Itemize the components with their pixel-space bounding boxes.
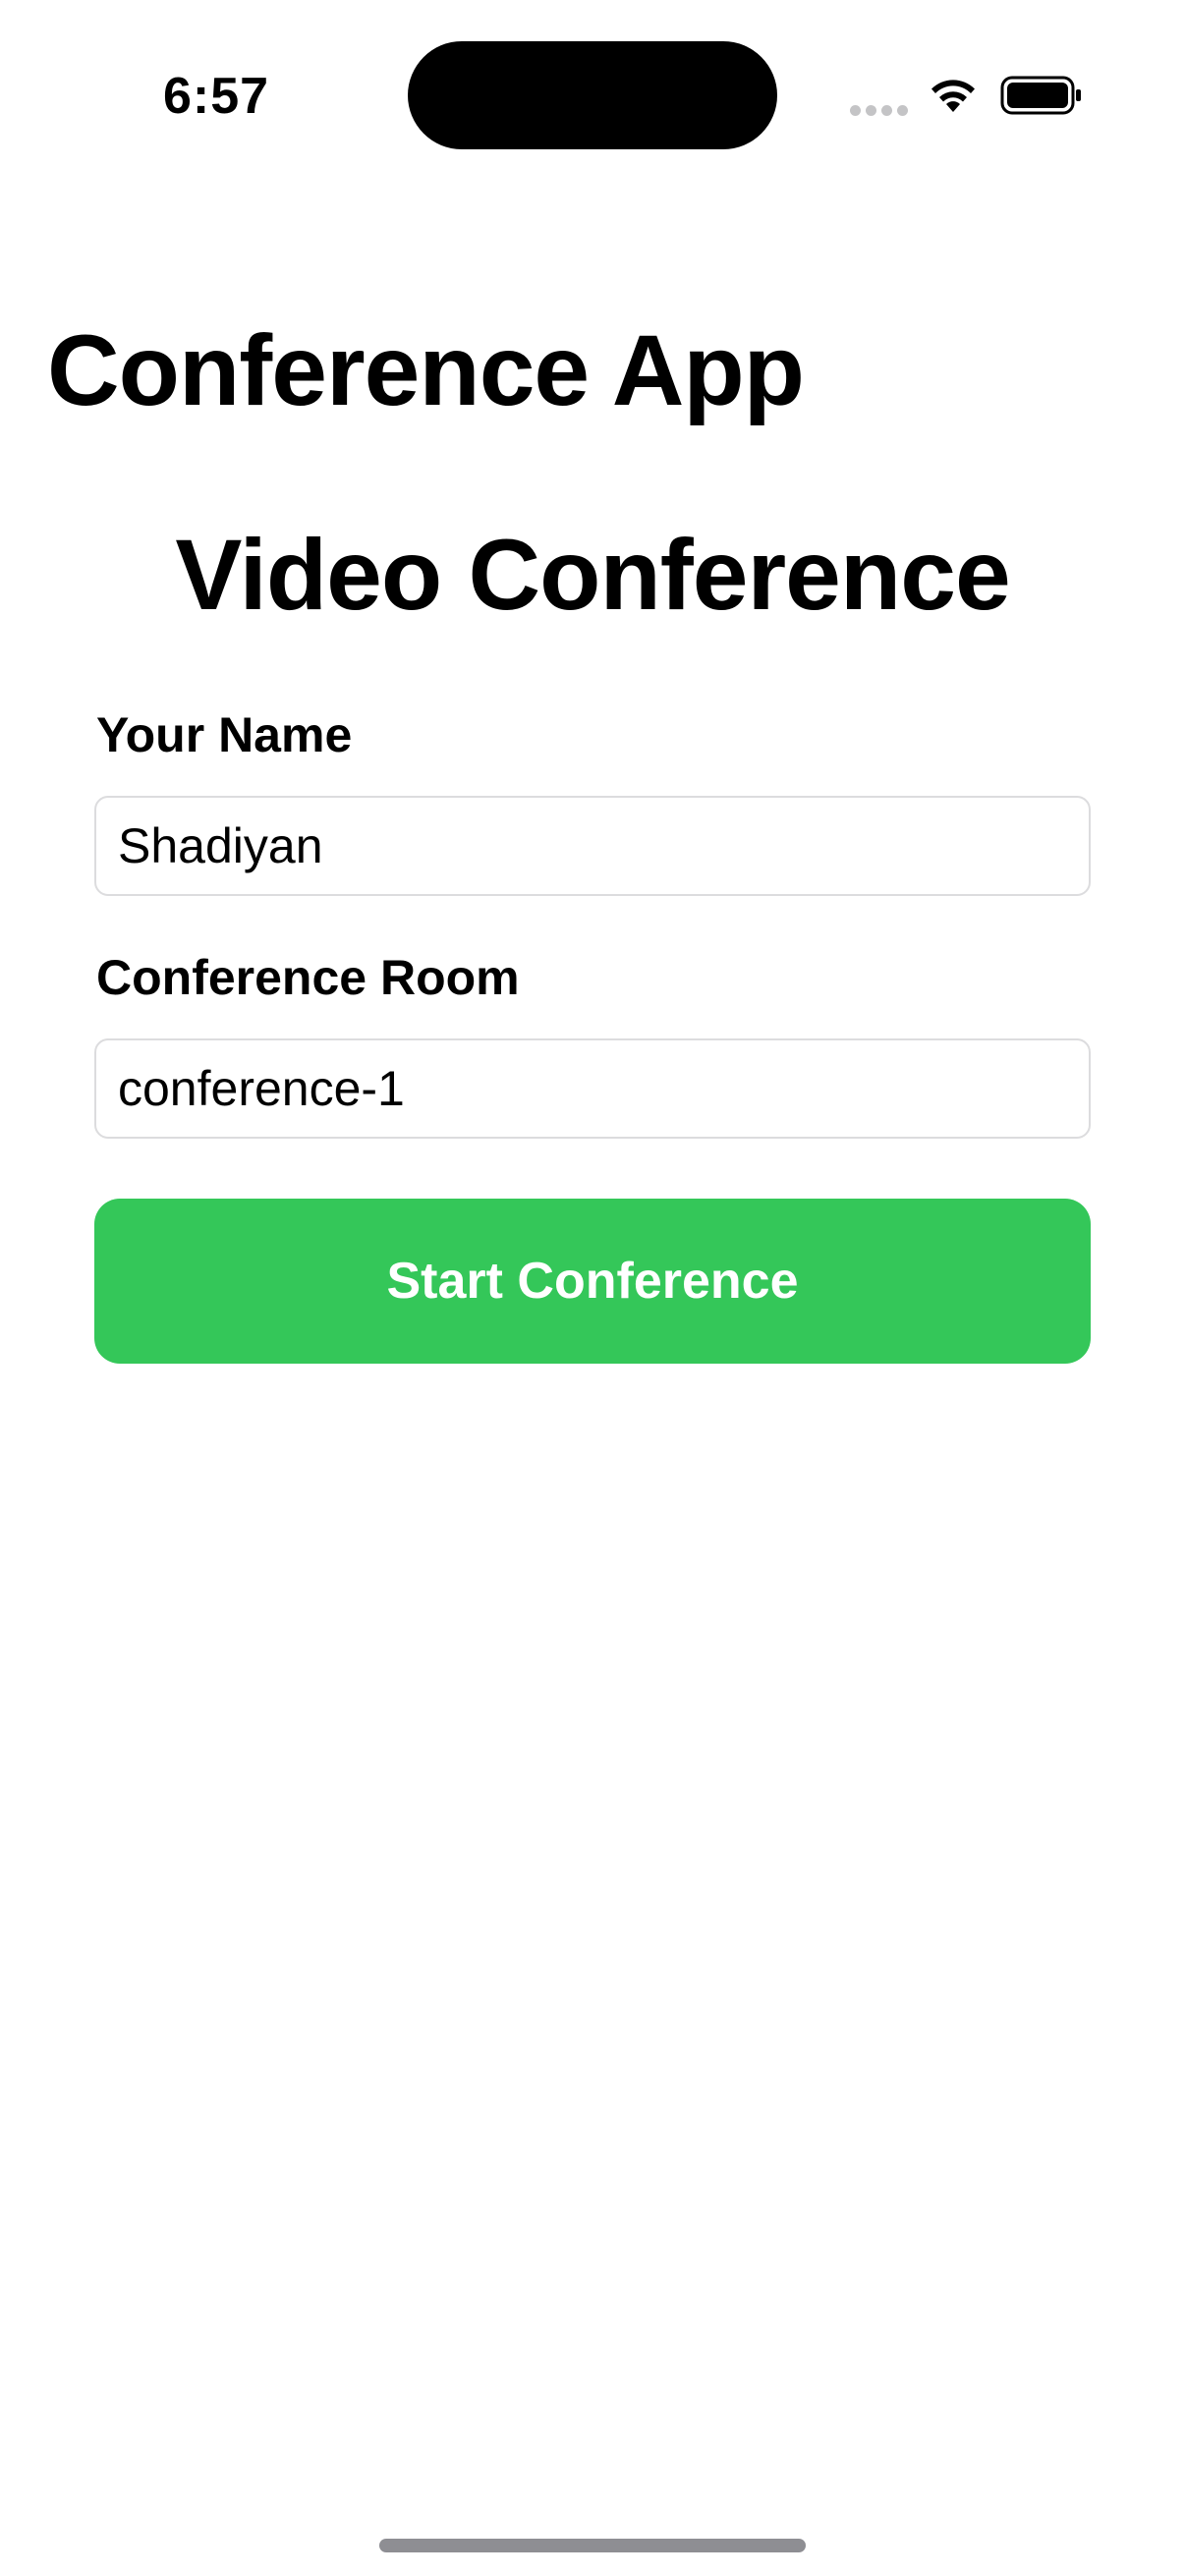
page-title: Conference App [47, 314, 805, 426]
wifi-icon [931, 80, 975, 112]
name-field-label: Your Name [96, 707, 353, 762]
name-input[interactable]: Shadiyan [94, 796, 1091, 896]
home-indicator[interactable] [379, 2539, 806, 2552]
room-field-label: Conference Room [96, 950, 520, 1005]
signal-dots-icon [850, 105, 909, 117]
start-conference-button[interactable]: Start Conference [94, 1199, 1091, 1364]
dynamic-island [408, 41, 777, 149]
section-heading: Video Conference [175, 519, 1010, 631]
status-bar: 6:57 [0, 0, 1185, 196]
room-input[interactable]: conference-1 [94, 1038, 1091, 1139]
status-time: 6:57 [162, 68, 270, 125]
battery-icon [1000, 76, 1081, 115]
